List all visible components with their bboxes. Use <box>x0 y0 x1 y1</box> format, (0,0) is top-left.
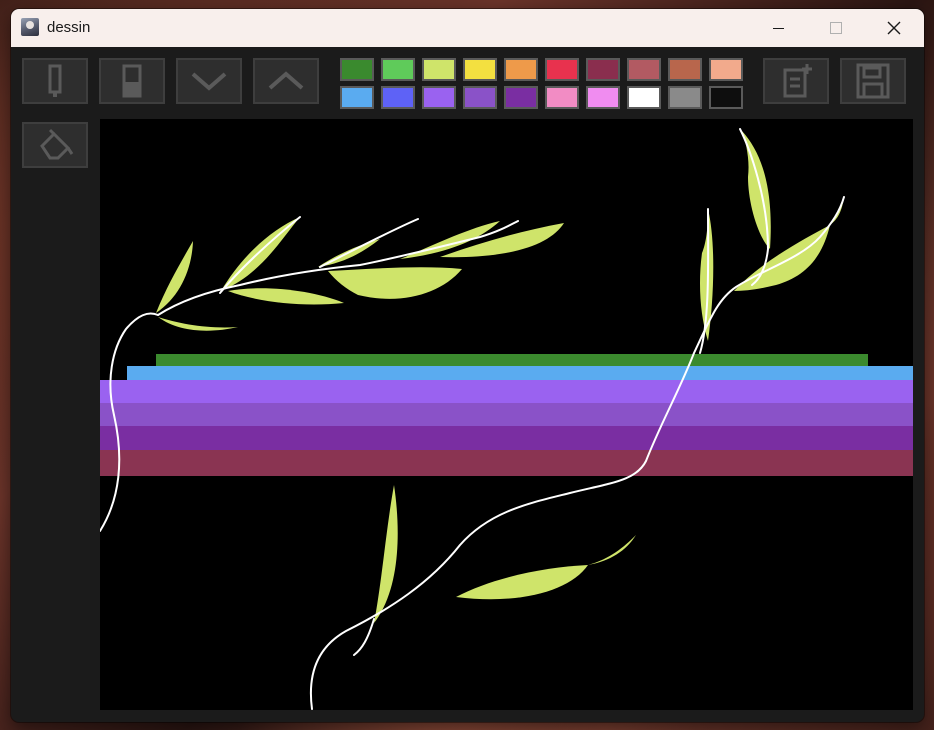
color-swatch[interactable] <box>504 86 538 109</box>
color-swatch[interactable] <box>463 86 497 109</box>
leaf <box>158 317 238 331</box>
stripe-purple <box>100 426 913 451</box>
drawing-canvas[interactable] <box>99 119 913 710</box>
stripe-lilac <box>100 380 913 404</box>
paint-bucket-icon <box>40 128 74 160</box>
color-swatch[interactable] <box>627 58 661 81</box>
leaf <box>328 267 462 299</box>
color-swatch[interactable] <box>586 86 620 109</box>
leaf <box>228 288 344 305</box>
color-swatch[interactable] <box>422 86 456 109</box>
stem <box>319 218 419 268</box>
close-icon <box>887 21 901 35</box>
color-swatch[interactable] <box>586 58 620 81</box>
drawing <box>99 128 913 710</box>
chevron-down-icon <box>191 72 227 91</box>
new-document-icon <box>783 64 812 98</box>
leaf <box>156 241 193 313</box>
size-down-button[interactable] <box>176 58 242 104</box>
stripe-violet <box>100 403 913 427</box>
leaf <box>456 565 588 600</box>
close-button[interactable] <box>865 9 923 47</box>
color-swatch[interactable] <box>422 58 456 81</box>
maximize-button[interactable] <box>807 9 865 47</box>
color-swatch[interactable] <box>545 86 579 109</box>
minimize-button[interactable] <box>749 9 807 47</box>
fill-tool-button[interactable] <box>22 122 88 168</box>
eraser-icon <box>122 64 142 98</box>
pen-tool-button[interactable] <box>22 58 88 104</box>
title-bar: dessin <box>11 9 924 47</box>
pen-icon <box>48 64 62 97</box>
app-icon <box>21 18 39 36</box>
leaf <box>588 535 636 565</box>
size-up-button[interactable] <box>253 58 319 104</box>
color-swatch[interactable] <box>709 86 743 109</box>
color-swatch[interactable] <box>668 86 702 109</box>
color-swatch[interactable] <box>381 58 415 81</box>
color-swatch[interactable] <box>504 58 538 81</box>
minimize-icon <box>772 27 784 29</box>
save-icon <box>856 63 890 99</box>
new-canvas-button[interactable] <box>763 58 829 104</box>
eraser-tool-button[interactable] <box>99 58 165 104</box>
chevron-up-icon <box>268 71 304 90</box>
color-swatch[interactable] <box>463 58 497 81</box>
color-swatch[interactable] <box>627 86 661 109</box>
stripe-green <box>156 354 868 367</box>
color-swatch[interactable] <box>340 86 374 109</box>
save-button[interactable] <box>840 58 906 104</box>
color-swatch[interactable] <box>709 58 743 81</box>
leaf <box>374 485 398 623</box>
stripe-blue <box>127 366 913 381</box>
color-swatch[interactable] <box>545 58 579 81</box>
stripe-plum <box>100 450 913 476</box>
app-window: dessin <box>11 9 924 722</box>
leaf <box>734 225 830 291</box>
color-swatch[interactable] <box>340 58 374 81</box>
window-title: dessin <box>47 19 91 36</box>
color-swatch[interactable] <box>381 86 415 109</box>
color-swatch[interactable] <box>668 58 702 81</box>
maximize-icon <box>830 22 842 34</box>
